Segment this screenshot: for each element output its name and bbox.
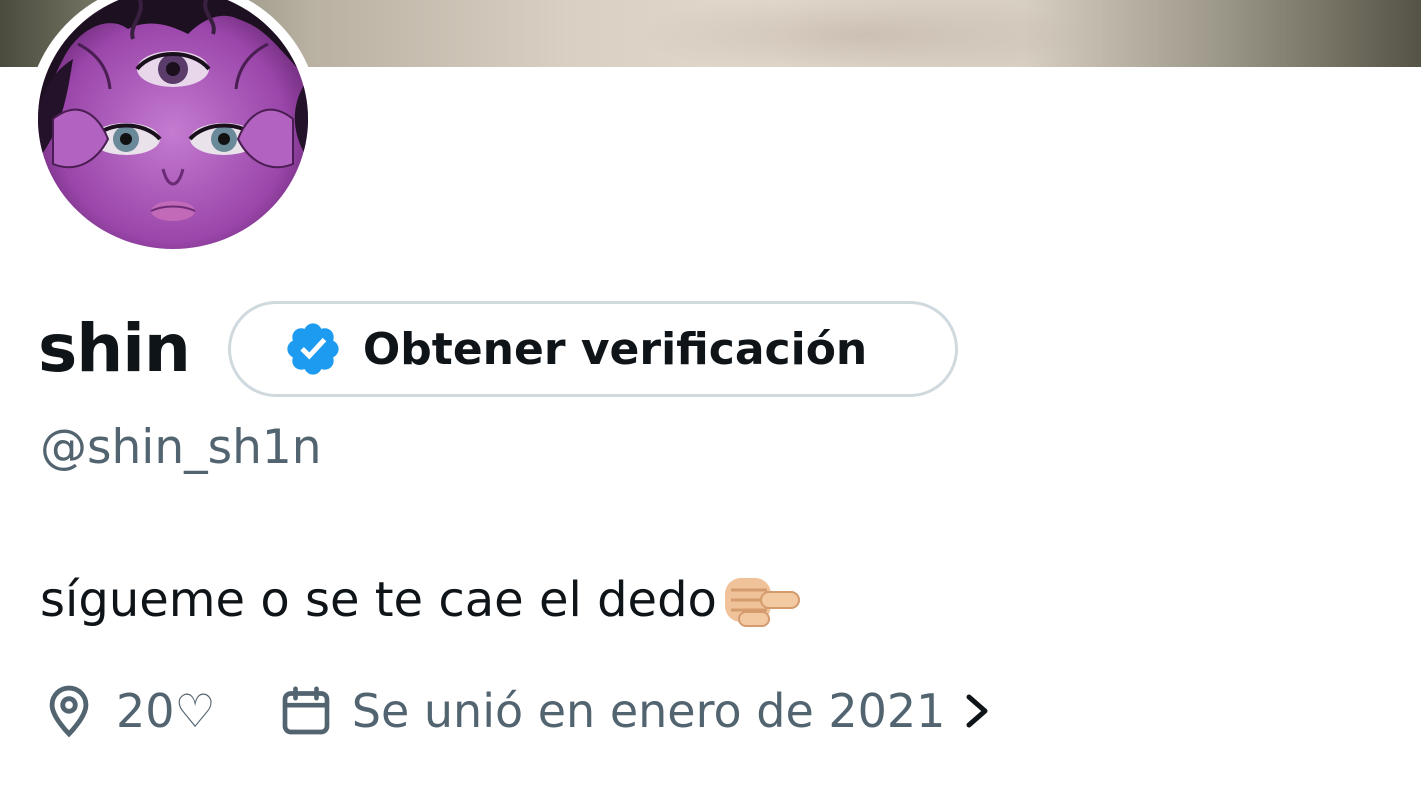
display-name: shin — [38, 310, 191, 387]
location-pin-icon — [49, 685, 89, 738]
avatar[interactable] — [27, 0, 319, 258]
profile-meta: 20♡ Se unió en enero de 2021 — [40, 676, 991, 746]
username-handle: @shin_sh1n — [40, 420, 322, 475]
location-item: 20♡ — [40, 681, 216, 741]
calendar-icon — [282, 686, 330, 735]
avatar-image — [38, 0, 308, 249]
pointing-finger-emoji — [724, 578, 800, 627]
verified-badge-icon — [287, 323, 339, 375]
bio-text: sígueme o se te cae el dedo — [40, 572, 717, 628]
location-text: 20♡ — [116, 684, 216, 738]
profile-bio: sígueme o se te cae el dedo — [40, 568, 805, 632]
name-row: shin Obtener verificación — [38, 297, 958, 401]
profile-page: shin Obtener verificación @shin_sh1n síg… — [0, 0, 1421, 800]
join-date-item[interactable]: Se unió en enero de 2021 — [278, 683, 992, 739]
get-verified-label: Obtener verificación — [362, 323, 868, 375]
join-date-text: Se unió en enero de 2021 — [351, 684, 946, 738]
get-verified-button[interactable]: Obtener verificación — [227, 301, 958, 397]
chevron-right-icon — [966, 694, 988, 728]
